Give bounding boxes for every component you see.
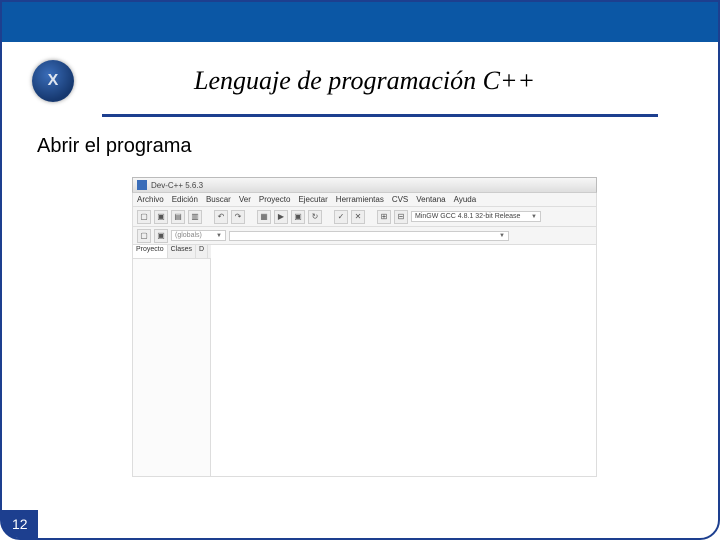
scope-value: (globals) [175,232,202,239]
menu-ejecutar[interactable]: Ejecutar [298,195,327,204]
university-logo [32,60,74,102]
toolbar-main: ▢ ▣ ▤ ▥ ↶ ↷ ▦ ▶ ▣ ↻ ✓ ✕ ⊞ ⊟ MinGW GCC 4.… [132,207,597,227]
menu-proyecto[interactable]: Proyecto [259,195,291,204]
compile-icon[interactable]: ▦ [257,210,271,224]
menu-ver[interactable]: Ver [239,195,251,204]
chevron-down-icon: ▼ [216,233,222,239]
menu-edicion[interactable]: Edición [172,195,198,204]
page-number: 12 [2,510,38,538]
chevron-down-icon: ▼ [531,214,537,220]
symbol-selector[interactable]: ▼ [229,231,509,241]
menu-archivo[interactable]: Archivo [137,195,164,204]
bookmark-icon[interactable]: ▢ [137,229,151,243]
menu-herramientas[interactable]: Herramientas [336,195,384,204]
side-panel: Proyecto Clases D 4 [133,245,211,476]
app-icon [137,180,147,190]
scope-selector[interactable]: (globals) ▼ [171,230,226,241]
rebuild-icon[interactable]: ↻ [308,210,322,224]
open-file-icon[interactable]: ▣ [154,210,168,224]
chevron-down-icon: ▼ [499,233,505,239]
save-all-icon[interactable]: ▥ [188,210,202,224]
menu-bar: Archivo Edición Buscar Ver Proyecto Ejec… [132,193,597,207]
run-icon[interactable]: ▶ [274,210,288,224]
tab-proyecto[interactable]: Proyecto [133,245,168,258]
slide-top-bar [2,2,718,42]
menu-buscar[interactable]: Buscar [206,195,231,204]
compile-run-icon[interactable]: ▣ [291,210,305,224]
slide-subtitle: Abrir el programa [37,135,718,158]
tab-d[interactable]: D [196,245,208,258]
workspace: Proyecto Clases D 4 [132,245,597,477]
toolbar-secondary: ▢ ▣ (globals) ▼ ▼ [132,227,597,245]
window-titlebar: Dev-C++ 5.6.3 [132,177,597,193]
insert-icon[interactable]: ▣ [154,229,168,243]
ide-screenshot: Dev-C++ 5.6.3 Archivo Edición Buscar Ver… [132,177,597,477]
stop-icon[interactable]: ✕ [351,210,365,224]
new-file-icon[interactable]: ▢ [137,210,151,224]
editor-area[interactable] [211,245,596,476]
save-icon[interactable]: ▤ [171,210,185,224]
title-underline [102,114,658,117]
slide-title: Lenguaje de programación C++ [194,66,535,96]
window-title: Dev-C++ 5.6.3 [151,181,203,190]
menu-ventana[interactable]: Ventana [416,195,445,204]
debug-icon[interactable]: ✓ [334,210,348,224]
compiler-value: MinGW GCC 4.8.1 32-bit Release [415,213,520,220]
undo-icon[interactable]: ↶ [214,210,228,224]
goto-icon[interactable]: ⊟ [394,210,408,224]
side-tabs: Proyecto Clases D 4 [133,245,210,259]
tab-clases[interactable]: Clases [168,245,196,258]
compiler-selector[interactable]: MinGW GCC 4.8.1 32-bit Release ▼ [411,211,541,222]
redo-icon[interactable]: ↷ [231,210,245,224]
title-row: Lenguaje de programación C++ [2,42,718,110]
menu-cvs[interactable]: CVS [392,195,408,204]
menu-ayuda[interactable]: Ayuda [454,195,477,204]
find-icon[interactable]: ⊞ [377,210,391,224]
slide-frame: Lenguaje de programación C++ Abrir el pr… [0,0,720,540]
